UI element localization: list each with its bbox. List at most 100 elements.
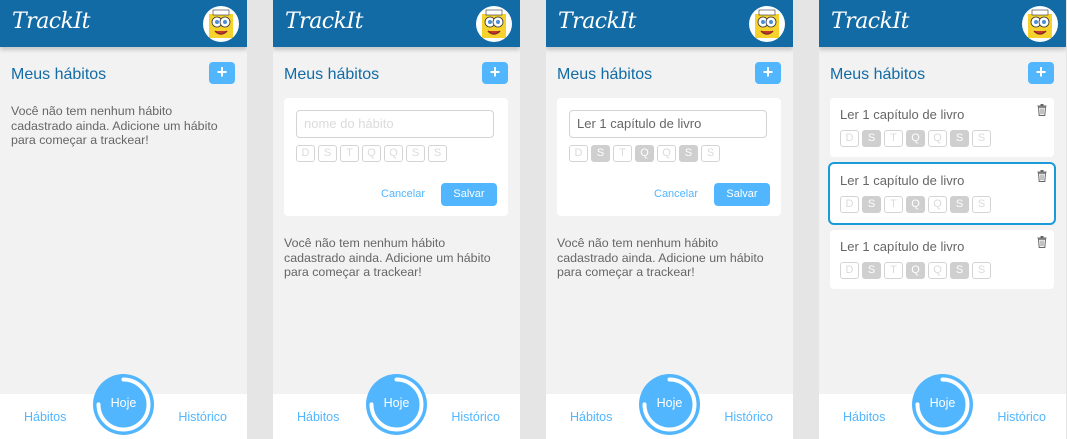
weekday-display: DSTQQSS <box>840 130 991 147</box>
empty-message: Você não tem nenhum hábito cadastrado ai… <box>284 236 491 279</box>
page-title: Meus hábitos <box>284 66 380 83</box>
nav-history-link[interactable]: Histórico <box>997 410 1046 424</box>
weekday-button[interactable]: T <box>613 145 632 162</box>
nav-habits-link[interactable]: Hábitos <box>570 410 612 424</box>
habit-card: Ler 1 capítulo de livro DSTQQSS <box>830 230 1054 289</box>
avatar-image <box>755 9 779 38</box>
add-habit-button[interactable]: + <box>755 62 781 84</box>
today-label: Hoje <box>929 396 956 410</box>
cancel-button[interactable]: Cancelar <box>654 188 698 200</box>
weekday-selector: DSTQQSS <box>296 145 447 162</box>
new-habit-form: Ler 1 capítulo de livro DSTQQSS Cancelar… <box>557 98 781 216</box>
avatar-image <box>1028 9 1052 38</box>
nav-habits-link[interactable]: Hábitos <box>843 410 885 424</box>
weekday-button[interactable]: Q <box>928 130 947 147</box>
top-bar: TrackIt <box>0 0 247 47</box>
nav-history-link[interactable]: Histórico <box>451 410 500 424</box>
weekday-button[interactable]: S <box>862 262 881 279</box>
weekday-button[interactable]: S <box>318 145 337 162</box>
habit-card: Ler 1 capítulo de livro DSTQQSS <box>828 162 1056 225</box>
user-avatar[interactable] <box>476 6 512 42</box>
app-logo: TrackIt <box>558 9 637 34</box>
weekday-button[interactable]: S <box>972 130 991 147</box>
weekday-display: DSTQQSS <box>840 262 991 279</box>
weekday-button[interactable]: S <box>862 196 881 213</box>
nav-history-link[interactable]: Histórico <box>178 410 227 424</box>
weekday-button[interactable]: Q <box>906 262 925 279</box>
weekday-button[interactable]: T <box>884 262 903 279</box>
weekday-button[interactable]: Q <box>635 145 654 162</box>
weekday-button[interactable]: S <box>428 145 447 162</box>
top-bar: TrackIt <box>819 0 1066 47</box>
cancel-button[interactable]: Cancelar <box>381 188 425 200</box>
nav-habits-link[interactable]: Hábitos <box>297 410 339 424</box>
weekday-button[interactable]: S <box>406 145 425 162</box>
today-button[interactable]: Hoje <box>93 374 154 435</box>
today-button[interactable]: Hoje <box>366 374 427 435</box>
weekday-button[interactable]: S <box>701 145 720 162</box>
app-logo: TrackIt <box>12 9 91 34</box>
add-habit-button[interactable]: + <box>1028 62 1054 84</box>
weekday-button[interactable]: Q <box>928 196 947 213</box>
weekday-button[interactable]: Q <box>657 145 676 162</box>
trash-icon[interactable] <box>1037 170 1047 182</box>
avatar-image <box>209 9 233 38</box>
add-habit-button[interactable]: + <box>209 62 235 84</box>
weekday-button[interactable]: S <box>862 130 881 147</box>
weekday-button[interactable]: S <box>950 196 969 213</box>
user-avatar[interactable] <box>749 6 785 42</box>
weekday-button[interactable]: T <box>884 196 903 213</box>
today-label: Hoje <box>110 396 137 410</box>
weekday-button[interactable]: Q <box>362 145 381 162</box>
weekday-button[interactable]: S <box>591 145 610 162</box>
save-button[interactable]: Salvar <box>441 183 497 206</box>
today-button[interactable]: Hoje <box>912 374 973 435</box>
habit-name-input[interactable]: Ler 1 capítulo de livro <box>569 110 767 138</box>
screen-empty: TrackIt Meus hábitos + Você não tem nenh… <box>0 0 247 439</box>
app-logo: TrackIt <box>285 9 364 34</box>
weekday-button[interactable]: D <box>840 196 859 213</box>
weekday-button[interactable]: Q <box>928 262 947 279</box>
weekday-button[interactable]: Q <box>906 130 925 147</box>
user-avatar[interactable] <box>203 6 239 42</box>
weekday-button[interactable]: S <box>972 196 991 213</box>
weekday-button[interactable]: S <box>679 145 698 162</box>
weekday-button[interactable]: S <box>950 130 969 147</box>
screen-form-filled: TrackIt Meus hábitos + Ler 1 capítulo de… <box>546 0 793 439</box>
weekday-selector: DSTQQSS <box>569 145 720 162</box>
today-label: Hoje <box>383 396 410 410</box>
trash-icon[interactable] <box>1037 104 1047 116</box>
page-title: Meus hábitos <box>557 66 653 83</box>
weekday-button[interactable]: D <box>840 262 859 279</box>
weekday-display: DSTQQSS <box>840 196 991 213</box>
weekday-button[interactable]: S <box>950 262 969 279</box>
page-title: Meus hábitos <box>830 66 926 83</box>
weekday-button[interactable]: D <box>296 145 315 162</box>
weekday-button[interactable]: T <box>340 145 359 162</box>
habit-name: Ler 1 capítulo de livro <box>840 239 965 254</box>
weekday-button[interactable]: Q <box>906 196 925 213</box>
save-button[interactable]: Salvar <box>714 183 770 206</box>
screen-habit-list: TrackIt Meus hábitos + Ler 1 capítulo de… <box>819 0 1066 439</box>
weekday-button[interactable]: S <box>972 262 991 279</box>
weekday-button[interactable]: D <box>569 145 588 162</box>
add-habit-button[interactable]: + <box>482 62 508 84</box>
user-avatar[interactable] <box>1022 6 1058 42</box>
habit-name-input[interactable]: nome do hábito <box>296 110 494 138</box>
weekday-button[interactable]: Q <box>384 145 403 162</box>
nav-habits-link[interactable]: Hábitos <box>24 410 66 424</box>
weekday-button[interactable]: T <box>884 130 903 147</box>
screen-form-empty: TrackIt Meus hábitos + nome do hábito DS… <box>273 0 520 439</box>
habit-card: Ler 1 capítulo de livro DSTQQSS <box>830 98 1054 157</box>
nav-history-link[interactable]: Histórico <box>724 410 773 424</box>
habit-name: Ler 1 capítulo de livro <box>840 173 965 188</box>
today-button[interactable]: Hoje <box>639 374 700 435</box>
avatar-image <box>482 9 506 38</box>
trash-icon[interactable] <box>1037 236 1047 248</box>
app-logo: TrackIt <box>831 9 910 34</box>
habit-name: Ler 1 capítulo de livro <box>840 107 965 122</box>
today-label: Hoje <box>656 396 683 410</box>
weekday-button[interactable]: D <box>840 130 859 147</box>
page-title: Meus hábitos <box>11 66 107 83</box>
empty-message: Você não tem nenhum hábito cadastrado ai… <box>11 104 218 147</box>
